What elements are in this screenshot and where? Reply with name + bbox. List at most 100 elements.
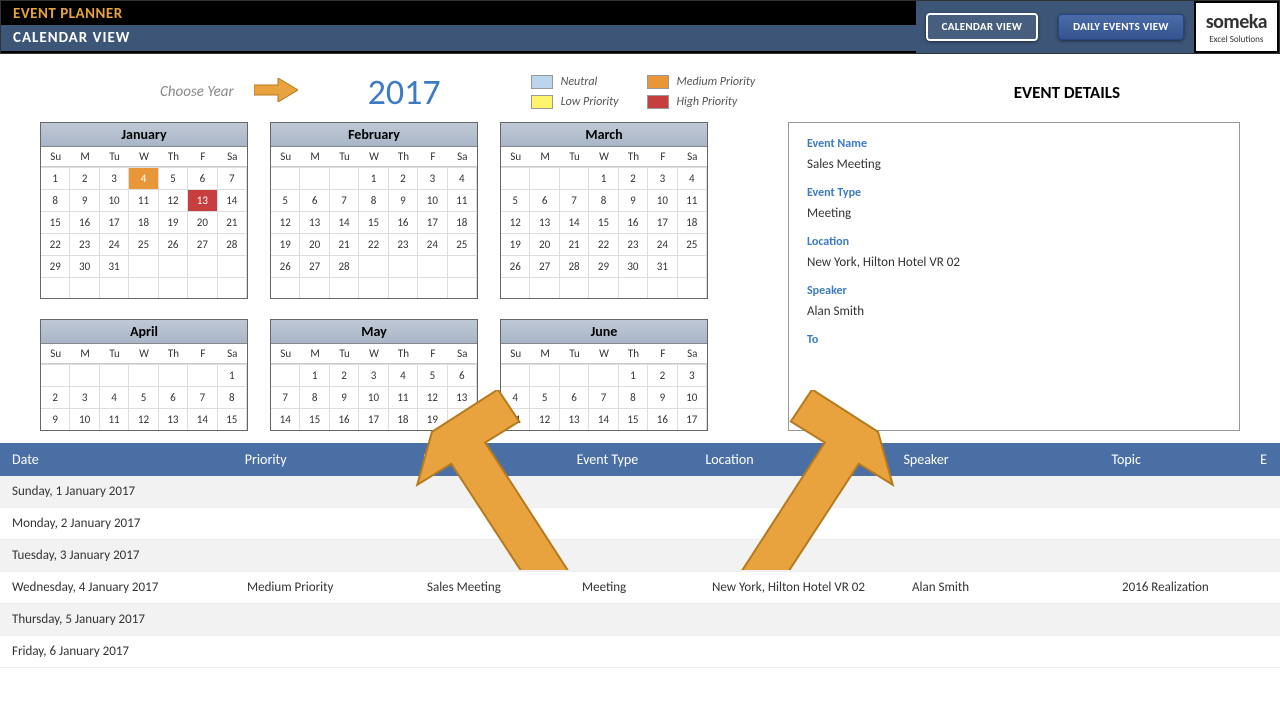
- calendar-day[interactable]: [188, 255, 217, 277]
- calendar-day[interactable]: 5: [159, 167, 188, 189]
- calendar-day[interactable]: 28: [330, 255, 359, 277]
- calendar-day[interactable]: [330, 277, 359, 298]
- calendar-day[interactable]: [530, 364, 559, 386]
- calendar-day[interactable]: [359, 277, 388, 298]
- calendar-day[interactable]: [300, 277, 329, 298]
- calendar-day[interactable]: [448, 277, 477, 298]
- calendar-day[interactable]: 20: [448, 408, 477, 430]
- calendar-day[interactable]: 7: [218, 167, 247, 189]
- calendar-day[interactable]: 13: [530, 211, 559, 233]
- calendar-day[interactable]: [359, 255, 388, 277]
- calendar-day[interactable]: [129, 277, 158, 298]
- calendar-day[interactable]: [159, 277, 188, 298]
- calendar-day[interactable]: 3: [100, 167, 129, 189]
- calendar-day[interactable]: [271, 277, 300, 298]
- calendar-day[interactable]: [271, 364, 300, 386]
- calendar-day[interactable]: 2: [70, 167, 99, 189]
- calendar-day[interactable]: 11: [501, 408, 530, 430]
- calendar-day[interactable]: 9: [41, 408, 70, 430]
- calendar-day[interactable]: 3: [418, 167, 447, 189]
- calendar-day[interactable]: 19: [418, 408, 447, 430]
- calendar-day[interactable]: 19: [159, 211, 188, 233]
- calendar-day[interactable]: 11: [448, 189, 477, 211]
- calendar-day[interactable]: 12: [530, 408, 559, 430]
- calendar-day[interactable]: 27: [530, 255, 559, 277]
- calendar-day[interactable]: 10: [70, 408, 99, 430]
- calendar-day[interactable]: 6: [448, 364, 477, 386]
- calendar-day[interactable]: [560, 277, 589, 298]
- calendar-day[interactable]: 3: [648, 167, 677, 189]
- calendar-day[interactable]: 12: [271, 211, 300, 233]
- calendar-day[interactable]: 20: [530, 233, 559, 255]
- calendar-day[interactable]: 1: [41, 167, 70, 189]
- calendar-day[interactable]: [389, 255, 418, 277]
- calendar-day[interactable]: 6: [530, 189, 559, 211]
- calendar-day[interactable]: 10: [100, 189, 129, 211]
- calendar-day[interactable]: [218, 277, 247, 298]
- calendar-day[interactable]: 30: [70, 255, 99, 277]
- calendar-day[interactable]: [129, 255, 158, 277]
- calendar-day[interactable]: 14: [560, 211, 589, 233]
- calendar-day[interactable]: 1: [359, 167, 388, 189]
- calendar-day[interactable]: 17: [678, 408, 707, 430]
- calendar-day[interactable]: 8: [359, 189, 388, 211]
- calendar-day[interactable]: 22: [41, 233, 70, 255]
- table-row[interactable]: Sunday, 1 January 2017: [0, 476, 1280, 508]
- calendar-day[interactable]: 10: [418, 189, 447, 211]
- calendar-day[interactable]: 15: [218, 408, 247, 430]
- calendar-day[interactable]: 13: [159, 408, 188, 430]
- calendar-day[interactable]: [560, 364, 589, 386]
- calendar-day[interactable]: 31: [100, 255, 129, 277]
- calendar-day[interactable]: 18: [448, 211, 477, 233]
- calendar-day[interactable]: 27: [188, 233, 217, 255]
- calendar-day[interactable]: 11: [389, 386, 418, 408]
- col-extra[interactable]: E: [1254, 451, 1274, 468]
- calendar-day[interactable]: 4: [678, 167, 707, 189]
- calendar-day[interactable]: 2: [648, 364, 677, 386]
- calendar-day[interactable]: [619, 277, 648, 298]
- calendar-day[interactable]: [560, 167, 589, 189]
- calendar-day[interactable]: [530, 277, 559, 298]
- col-date[interactable]: Date: [6, 451, 239, 468]
- calendar-day[interactable]: 17: [100, 211, 129, 233]
- calendar-day[interactable]: 3: [70, 386, 99, 408]
- calendar-day[interactable]: [100, 277, 129, 298]
- col-topic[interactable]: Topic: [1105, 451, 1254, 468]
- calendar-day[interactable]: 4: [100, 386, 129, 408]
- calendar-day[interactable]: 2: [389, 167, 418, 189]
- calendar-day[interactable]: 22: [359, 233, 388, 255]
- calendar-day[interactable]: 17: [418, 211, 447, 233]
- calendar-day[interactable]: 6: [300, 189, 329, 211]
- calendar-day[interactable]: 24: [418, 233, 447, 255]
- calendar-day[interactable]: 11: [100, 408, 129, 430]
- calendar-day[interactable]: 3: [359, 364, 388, 386]
- calendar-day[interactable]: [448, 255, 477, 277]
- calendar-day[interactable]: 5: [501, 189, 530, 211]
- calendar-day[interactable]: 23: [389, 233, 418, 255]
- calendar-day[interactable]: 13: [560, 408, 589, 430]
- calendar-day[interactable]: 21: [218, 211, 247, 233]
- calendar-day[interactable]: 17: [359, 408, 388, 430]
- calendar-day[interactable]: 4: [389, 364, 418, 386]
- year-selector[interactable]: 2017: [368, 70, 441, 114]
- calendar-day[interactable]: 25: [678, 233, 707, 255]
- calendar-day[interactable]: [389, 277, 418, 298]
- calendar-day[interactable]: 22: [589, 233, 618, 255]
- calendar-day[interactable]: 2: [41, 386, 70, 408]
- calendar-day[interactable]: 21: [330, 233, 359, 255]
- calendar-day[interactable]: 24: [648, 233, 677, 255]
- calendar-day[interactable]: [589, 364, 618, 386]
- calendar-day[interactable]: 14: [188, 408, 217, 430]
- table-row[interactable]: Tuesday, 3 January 2017: [0, 540, 1280, 572]
- calendar-day[interactable]: 15: [300, 408, 329, 430]
- calendar-day[interactable]: 4: [501, 386, 530, 408]
- calendar-day[interactable]: 7: [188, 386, 217, 408]
- calendar-day[interactable]: 7: [330, 189, 359, 211]
- table-row[interactable]: Friday, 6 January 2017: [0, 636, 1280, 668]
- calendar-day[interactable]: 15: [41, 211, 70, 233]
- calendar-day[interactable]: 14: [271, 408, 300, 430]
- calendar-day[interactable]: 1: [218, 364, 247, 386]
- calendar-day[interactable]: 1: [300, 364, 329, 386]
- calendar-day[interactable]: 13: [448, 386, 477, 408]
- calendar-day[interactable]: [70, 277, 99, 298]
